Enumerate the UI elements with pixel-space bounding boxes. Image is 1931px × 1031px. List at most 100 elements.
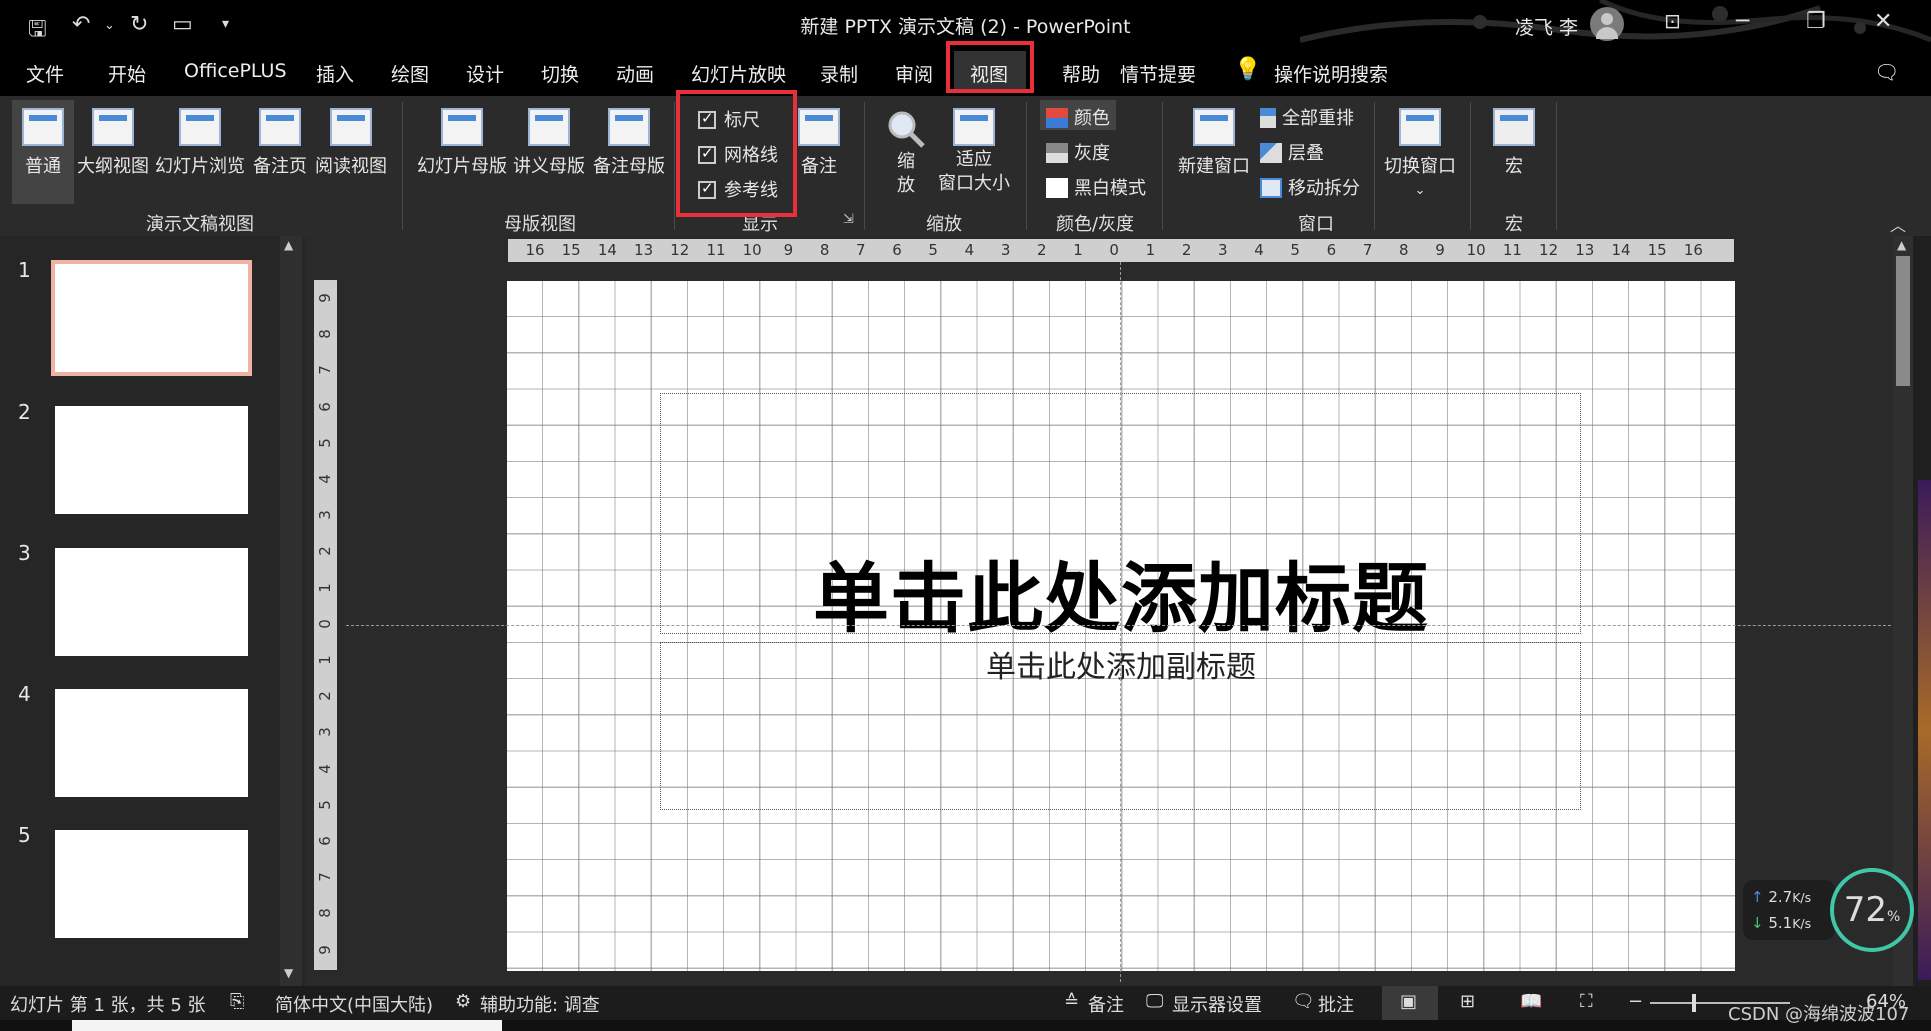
ruler-tick-label: 1	[316, 582, 334, 593]
normal-view-status-icon[interactable]: ▣	[1400, 991, 1417, 1012]
desktop-wallpaper-edge	[1918, 480, 1931, 980]
normal-view-button[interactable]: 普通	[18, 108, 68, 178]
vertical-ruler[interactable]: 9 8 7 6 5 4 3 2 1 0 1 2 3 4 5 6 7 8 9	[314, 280, 337, 970]
ribbon-display-icon[interactable]: ⊡	[1664, 9, 1681, 33]
minimize-icon[interactable]: ─	[1736, 9, 1749, 34]
tab-design[interactable]: 设计	[466, 60, 504, 87]
speed-unit: K/s	[1792, 916, 1812, 931]
notes-master-icon	[608, 108, 650, 146]
ruler-tick-label: 11	[706, 241, 726, 259]
new-window-button[interactable]: 新建窗口	[1176, 108, 1252, 178]
tab-record[interactable]: 录制	[820, 60, 858, 87]
tab-insert[interactable]: 插入	[316, 60, 354, 87]
zoom-out-icon[interactable]: −	[1628, 991, 1643, 1012]
zoom-button[interactable]: 缩放	[884, 108, 928, 198]
dialog-launcher-icon[interactable]: ⇲	[843, 212, 854, 227]
avatar[interactable]	[1590, 7, 1624, 41]
ruler-tick-label: 7	[316, 365, 334, 376]
outline-view-button[interactable]: 大纲视图	[76, 108, 150, 178]
ruler-tick-label: 6	[892, 241, 902, 259]
cascade-button[interactable]: 层叠	[1260, 139, 1324, 165]
editor-scrollbar[interactable]: ▲	[1893, 236, 1913, 986]
user-name[interactable]: 凌飞 李	[1515, 13, 1578, 40]
search-tell-me[interactable]: 操作说明搜索	[1274, 60, 1388, 87]
close-icon[interactable]: ✕	[1874, 9, 1892, 34]
tab-help[interactable]: 帮助	[1062, 60, 1100, 87]
reading-view-status-icon[interactable]: 📖	[1520, 991, 1542, 1012]
notes-icon	[798, 108, 840, 146]
group-label-color: 颜色/灰度	[1055, 214, 1135, 235]
notes-status-button[interactable]: 备注	[1088, 991, 1124, 1017]
ruler-tick-label: 3	[316, 727, 334, 738]
slide-thumbnail[interactable]	[55, 548, 248, 656]
slide-sorter-status-icon[interactable]: ⊞	[1460, 991, 1475, 1012]
tab-home[interactable]: 开始	[108, 60, 146, 87]
network-speed-widget: ↑ 2.7K/s ↓ 5.1K/s	[1743, 880, 1835, 940]
scroll-up-icon[interactable]: ▲	[284, 238, 293, 252]
slide-title[interactable]: 单击此处添加标题	[507, 537, 1735, 647]
ruler-tick-label: 3	[1218, 241, 1228, 259]
slide-thumbnail[interactable]	[55, 830, 248, 938]
ruler-tick-label: 2	[1037, 241, 1047, 259]
slide-thumbnail[interactable]	[51, 260, 252, 376]
fit-to-window-button[interactable]: 适应 窗口大小	[936, 108, 1012, 196]
ruler-tick-label: 16	[525, 241, 545, 259]
ruler-tick-label: 4	[964, 241, 975, 259]
ruler-tick-label: 4	[316, 763, 334, 774]
slide-sorter-button[interactable]: 幻灯片浏览	[154, 108, 246, 178]
separator	[1374, 102, 1375, 230]
slide-subtitle[interactable]: 单击此处添加副标题	[507, 642, 1735, 686]
ruler-tick-label: 4	[316, 474, 334, 484]
black-white-button[interactable]: 黑白模式	[1046, 174, 1146, 200]
notes-master-button[interactable]: 备注母版	[592, 108, 666, 178]
slide-thumbnail[interactable]	[55, 689, 248, 797]
slide-canvas[interactable]: 单击此处添加标题 单击此处添加副标题	[507, 281, 1735, 971]
language-status[interactable]: 简体中文(中国大陆)	[275, 991, 433, 1017]
tab-officeplus[interactable]: OfficePLUS	[184, 60, 287, 82]
scroll-up-icon[interactable]: ▲	[1897, 238, 1906, 252]
vertical-guide[interactable]	[1120, 262, 1121, 982]
ruler-tick-label: 1	[1073, 241, 1083, 259]
upload-arrow-icon: ↑	[1751, 888, 1764, 906]
ruler-tick-label: 12	[1539, 241, 1559, 259]
slideshow-status-icon[interactable]: ⛶	[1580, 991, 1593, 1012]
display-settings-button[interactable]: 显示器设置	[1172, 991, 1262, 1017]
tab-draw[interactable]: 绘图	[391, 60, 429, 87]
grayscale-button[interactable]: 灰度	[1046, 139, 1110, 165]
tab-review[interactable]: 审阅	[895, 60, 933, 87]
thumbnail-scrollbar[interactable]: ▲ ▼	[280, 236, 302, 986]
comments-status-button[interactable]: 批注	[1318, 991, 1354, 1017]
horizontal-ruler[interactable]: 16 15 14 13 12 11 10 9 8 7 6 5 4 3 2 1 0 1 2 3 4 5 6 7 8 9 10 11 12 1…	[508, 239, 1734, 262]
comments-status-icon: 🗨	[1292, 991, 1315, 1012]
accessibility-status[interactable]: 辅助功能: 调查	[480, 991, 600, 1017]
collapse-ribbon-icon[interactable]: ︿	[1890, 212, 1906, 236]
scrollbar-thumb[interactable]	[1896, 256, 1910, 386]
handout-master-button[interactable]: 讲义母版	[512, 108, 586, 178]
tab-file[interactable]: 文件	[26, 60, 64, 87]
separator	[1556, 102, 1557, 230]
notes-button[interactable]: 备注	[796, 108, 842, 178]
tab-storyboard[interactable]: 情节提要	[1120, 60, 1196, 87]
tab-slideshow[interactable]: 幻灯片放映	[691, 60, 786, 87]
arrange-all-icon	[1260, 108, 1276, 128]
tab-animations[interactable]: 动画	[616, 60, 654, 87]
comments-icon[interactable]: 🗨	[1874, 60, 1899, 84]
switch-window-button[interactable]: 切换窗口 ⌄	[1384, 108, 1456, 199]
thumbnail-number: 1	[18, 258, 31, 282]
macros-button[interactable]: 宏	[1490, 108, 1538, 178]
zoom-slider-thumb[interactable]	[1692, 994, 1696, 1012]
slide-master-button[interactable]: 幻灯片母版	[416, 108, 508, 178]
horizontal-guide[interactable]	[346, 625, 1891, 626]
arrange-all-button[interactable]: 全部重排	[1260, 104, 1354, 130]
notes-page-button[interactable]: 备注页	[252, 108, 308, 178]
chevron-down-icon: ⌄	[1414, 183, 1426, 198]
slide-thumbnail[interactable]	[55, 406, 248, 514]
tab-transitions[interactable]: 切换	[541, 60, 579, 87]
reading-view-button[interactable]: 阅读视图	[314, 108, 388, 178]
cpu-usage-gauge: 72%	[1830, 868, 1914, 952]
scroll-down-icon[interactable]: ▼	[284, 966, 293, 980]
restore-icon[interactable]: ❐	[1806, 9, 1826, 34]
color-button[interactable]: 颜色	[1046, 104, 1110, 130]
spelling-icon[interactable]: ⎘	[230, 991, 244, 1012]
move-split-button[interactable]: 移动拆分	[1260, 174, 1360, 200]
